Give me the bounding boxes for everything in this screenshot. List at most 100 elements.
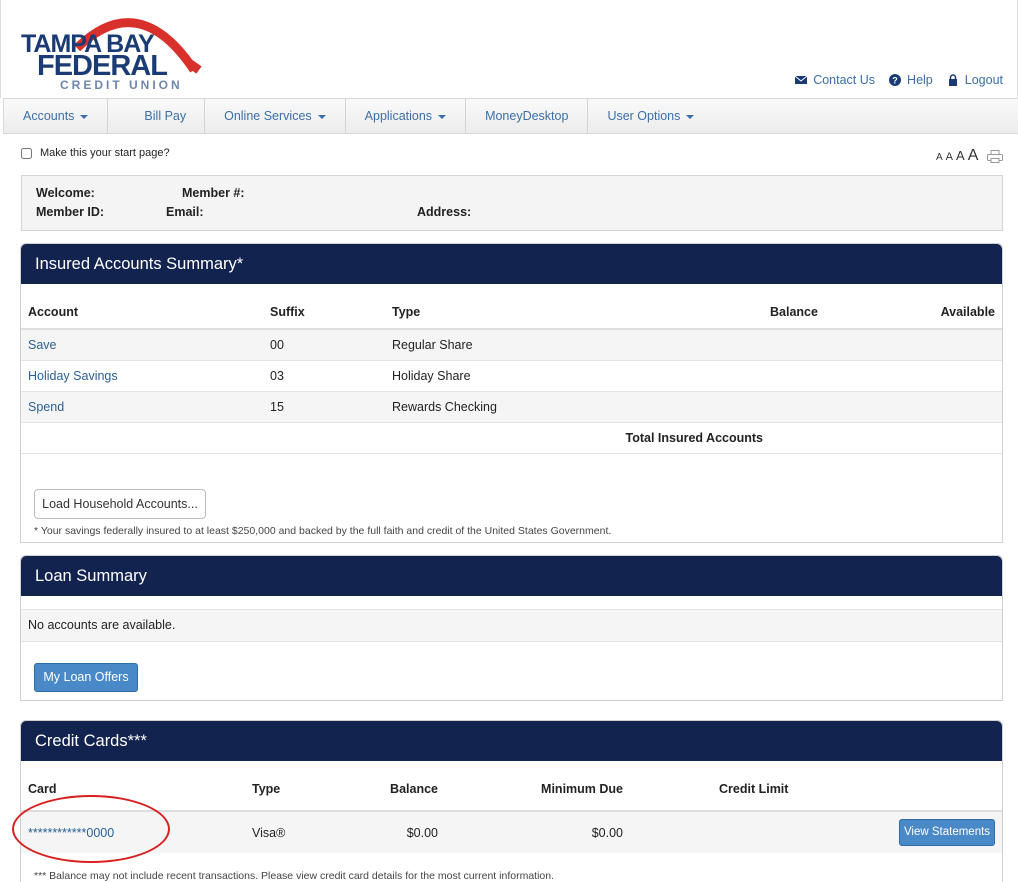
contact-us-label: Contact Us xyxy=(813,73,876,87)
credit-cards-panel: Credit Cards*** Card Type Balance Minimu… xyxy=(20,720,1003,882)
type-cell: Rewards Checking xyxy=(385,391,763,423)
col-minimum-due: Minimum Due xyxy=(445,767,630,812)
no-accounts-message: No accounts are available. xyxy=(21,609,1002,642)
logo-line-3: CREDIT UNION xyxy=(60,78,183,92)
suffix-cell: 00 xyxy=(263,329,385,361)
font-size-xsmall[interactable]: A xyxy=(936,152,943,163)
font-size-controls: A A A A xyxy=(936,147,978,165)
balance-cell xyxy=(763,360,883,392)
total-label: Total Insured Accounts xyxy=(21,422,763,454)
member-number-label: Member #: xyxy=(182,186,245,200)
member-info-box: Welcome: Member #: Member ID: Email: Add… xyxy=(21,175,1003,231)
lock-icon xyxy=(948,74,957,86)
card-minimum-due-cell: $0.00 xyxy=(445,811,630,853)
nav-online-services-label: Online Services xyxy=(224,109,312,123)
total-available-cell xyxy=(883,422,1002,454)
top-links: Contact Us ? Help Logout xyxy=(795,73,1003,87)
table-row: Holiday Savings 03 Holiday Share xyxy=(21,360,1002,392)
caret-down-icon xyxy=(317,114,326,119)
help-label: Help xyxy=(907,73,933,87)
nav-accounts[interactable]: Accounts xyxy=(4,99,109,133)
nav-applications-label: Applications xyxy=(364,109,433,123)
col-suffix: Suffix xyxy=(263,295,385,330)
font-size-small[interactable]: A xyxy=(946,151,953,163)
main-nav: Accounts Bill Pay Online Services Applic… xyxy=(3,98,1018,134)
col-type: Type xyxy=(385,295,763,330)
credit-cards-table: Card Type Balance Minimum Due Credit Lim… xyxy=(21,767,1002,853)
card-type-cell: Visa® xyxy=(245,811,345,853)
credit-union-logo[interactable]: TAMPA BAY FEDERAL CREDIT UNION xyxy=(19,8,209,92)
nav-moneydesktop[interactable]: MoneyDesktop xyxy=(466,99,589,133)
balance-cell xyxy=(763,329,883,361)
load-household-accounts-button[interactable]: Load Household Accounts... xyxy=(34,489,206,519)
col-balance: Balance xyxy=(763,295,883,330)
account-link-save[interactable]: Save xyxy=(28,338,57,352)
col-card-balance: Balance xyxy=(345,767,445,812)
available-cell xyxy=(883,391,1002,423)
nav-user-options-label: User Options xyxy=(607,109,681,123)
total-balance-cell xyxy=(763,422,883,454)
start-page-label: Make this your start page? xyxy=(40,147,170,159)
help-link[interactable]: ? Help xyxy=(889,73,933,87)
address-label: Address: xyxy=(417,205,472,219)
available-cell xyxy=(883,360,1002,392)
logout-link[interactable]: Logout xyxy=(947,73,1003,87)
view-statements-button[interactable]: View Statements xyxy=(899,819,995,846)
contact-us-link[interactable]: Contact Us xyxy=(795,73,875,87)
card-credit-limit-cell xyxy=(630,811,840,853)
font-size-medium[interactable]: A xyxy=(956,148,965,163)
suffix-cell: 03 xyxy=(263,360,385,392)
logout-label: Logout xyxy=(964,73,1003,87)
col-card-type: Type xyxy=(245,767,345,812)
nav-user-options[interactable]: User Options xyxy=(588,99,713,133)
loan-summary-title: Loan Summary xyxy=(21,556,1002,596)
table-row: Spend 15 Rewards Checking xyxy=(21,391,1002,423)
insured-accounts-table: Account Suffix Type Balance Available Sa… xyxy=(21,295,1002,454)
member-id-label: Member ID: xyxy=(36,205,105,219)
table-header-row: Card Type Balance Minimum Due Credit Lim… xyxy=(21,767,1002,812)
print-icon[interactable] xyxy=(987,150,1003,163)
account-link-holiday-savings[interactable]: Holiday Savings xyxy=(28,369,118,383)
suffix-cell: 15 xyxy=(263,391,385,423)
col-available: Available xyxy=(883,295,1002,330)
caret-down-icon xyxy=(686,114,695,119)
nav-bill-pay-label: Bill Pay xyxy=(144,109,187,123)
card-number-link[interactable]: ************0000 xyxy=(28,826,114,840)
start-page-option: Make this your start page? xyxy=(21,147,170,159)
insured-accounts-panel: Insured Accounts Summary* Account Suffix… xyxy=(20,243,1003,543)
available-cell xyxy=(883,329,1002,361)
type-cell: Regular Share xyxy=(385,329,763,361)
balance-cell xyxy=(763,391,883,423)
col-actions xyxy=(840,767,1002,812)
card-balance-cell: $0.00 xyxy=(345,811,445,853)
envelope-icon xyxy=(795,75,808,84)
table-row: Save 00 Regular Share xyxy=(21,329,1002,361)
insured-footnote: * Your savings federally insured to at l… xyxy=(34,525,612,537)
caret-down-icon xyxy=(80,114,89,119)
table-header-row: Account Suffix Type Balance Available xyxy=(21,295,1002,330)
welcome-label: Welcome: xyxy=(36,186,95,200)
nav-bill-pay[interactable]: Bill Pay xyxy=(108,99,206,133)
question-circle-icon: ? xyxy=(889,74,902,86)
col-account: Account xyxy=(21,295,263,330)
loan-summary-panel: Loan Summary No accounts are available. … xyxy=(20,555,1003,701)
start-page-checkbox[interactable] xyxy=(21,147,32,159)
account-link-spend[interactable]: Spend xyxy=(28,400,64,414)
nav-online-services[interactable]: Online Services xyxy=(205,99,346,133)
my-loan-offers-button[interactable]: My Loan Offers xyxy=(34,663,138,692)
col-credit-limit: Credit Limit xyxy=(630,767,840,812)
total-row: Total Insured Accounts xyxy=(21,422,1002,454)
caret-down-icon xyxy=(438,114,447,119)
email-label: Email: xyxy=(166,205,204,219)
type-cell: Holiday Share xyxy=(385,360,763,392)
credit-cards-footnote: *** Balance may not include recent trans… xyxy=(34,870,555,882)
site-header: TAMPA BAY FEDERAL CREDIT UNION Contact U… xyxy=(0,0,1018,98)
font-size-large[interactable]: A xyxy=(968,147,979,165)
insured-accounts-title: Insured Accounts Summary* xyxy=(21,244,1002,284)
svg-text:?: ? xyxy=(892,76,898,86)
table-row: ************0000 Visa® $0.00 $0.00 View … xyxy=(21,811,1002,853)
nav-accounts-label: Accounts xyxy=(23,109,75,123)
credit-cards-title: Credit Cards*** xyxy=(21,721,1002,761)
nav-applications[interactable]: Applications xyxy=(346,99,467,133)
col-card: Card xyxy=(21,767,245,812)
